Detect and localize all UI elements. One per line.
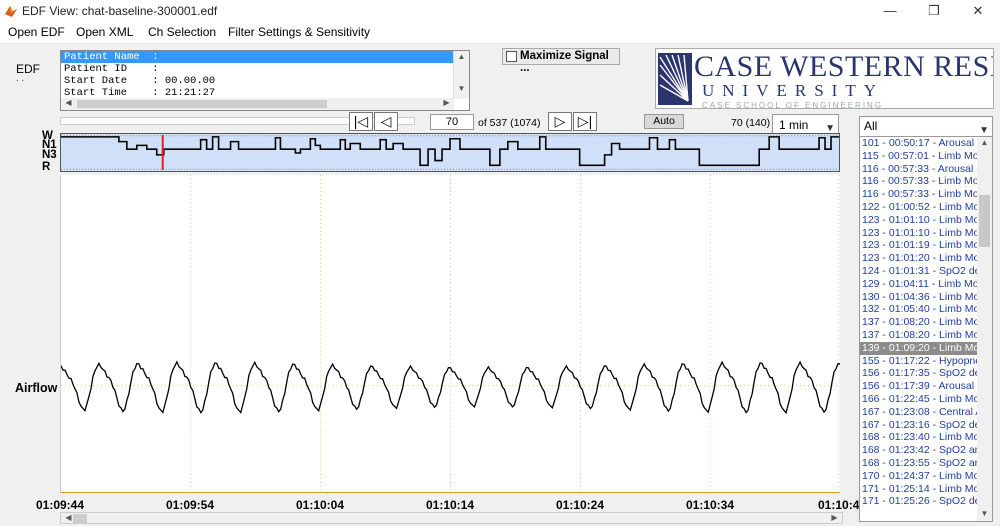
patient-id-row[interactable]: Patient ID : [61,63,454,75]
first-page-button[interactable]: |◁ [349,112,373,131]
event-list-item[interactable]: 139 - 01:09:20 - Limb Mov [860,341,978,355]
time-tick-label: 01:10:34 [685,498,735,512]
patient-horizontal-scrollbar[interactable]: ◀ ▶ [61,98,454,110]
last-page-button[interactable]: ▷| [573,112,597,131]
scroll-up-icon[interactable]: ▲ [977,138,992,147]
event-list-item[interactable]: 123 - 01:01:10 - Limb Mov [860,227,978,240]
starburst-icon [658,53,692,105]
event-list-item[interactable]: 155 - 01:17:22 - Hypopnea [860,355,978,368]
event-list-item[interactable]: 116 - 00:57:33 - Limb Mov [860,188,978,201]
signal-plot[interactable] [60,175,840,493]
event-list-scrollbar[interactable]: ▲ ▼ [977,137,992,521]
logo-tagline: CASE SCHOOL OF ENGINEERING [702,101,884,109]
event-filter-value: All [864,119,878,133]
event-list[interactable]: 101 - 00:50:17 - Arousal (115 - 00:57:01… [859,136,993,522]
hypnogram-trace [61,136,839,167]
restore-button[interactable]: ❐ [912,0,956,22]
auto-button[interactable]: Auto [644,114,684,129]
event-list-item[interactable]: 171 - 01:25:26 - SpO2 des [860,495,978,508]
menu-bar: Open EDF Open XML Ch Selection Filter Se… [0,22,1000,44]
time-tick-label: 01:10:44 [818,498,867,512]
event-list-item[interactable]: 132 - 01:05:40 - Limb Mov [860,303,978,316]
scroll-left-icon[interactable]: ◀ [61,98,76,107]
time-tick-label: 01:10:04 [295,498,345,512]
menu-open-xml[interactable]: Open XML [76,25,133,39]
patient-vertical-scrollbar[interactable]: ▲ ▼ [453,51,469,99]
event-list-item[interactable]: 168 - 01:23:42 - SpO2 arti [860,444,978,457]
stage-label-n3: N3 [42,149,57,161]
scroll-right-icon[interactable]: ▶ [827,513,842,522]
event-list-item[interactable]: 137 - 01:08:20 - Limb Mov [860,329,978,342]
maximize-label: Maximize Signal ... [520,50,609,74]
event-list-item[interactable]: 156 - 01:17:39 - Arousal ( [860,380,978,393]
menu-open-edf[interactable]: Open EDF [8,25,65,39]
event-list-item[interactable]: 137 - 01:08:20 - Limb Mov [860,316,978,329]
event-list-item[interactable]: 168 - 01:23:40 - Limb Mov [860,431,978,444]
event-list-item[interactable]: 168 - 01:23:55 - SpO2 arti [860,457,978,470]
menu-filter-settings[interactable]: Filter Settings & Sensitivity [228,25,370,39]
event-list-item[interactable]: 116 - 00:57:33 - Arousal ( [860,163,978,176]
title-bar: EDF View: chat-baseline-300001.edf — ❐ ✕ [0,0,1000,22]
stage-label-r: R [42,161,51,173]
close-button[interactable]: ✕ [956,0,1000,22]
event-items: 101 - 00:50:17 - Arousal (115 - 00:57:01… [860,137,992,508]
signal-horizontal-scrollbar[interactable]: ◀ ▶ [60,512,843,524]
event-list-item[interactable]: 101 - 00:50:17 - Arousal ( [860,137,978,150]
hypnogram-plot[interactable] [60,133,840,172]
patient-info-lines: Patient Name : Patient ID : Start Date :… [61,51,454,99]
matlab-icon [5,6,17,17]
event-list-item[interactable]: 170 - 01:24:37 - Limb Mov [860,470,978,483]
time-gridlines [61,175,840,492]
window-count-label: 70 (140) [731,117,771,129]
minimize-button[interactable]: — [868,0,912,22]
menu-ch-selection[interactable]: Ch Selection [148,25,216,39]
prev-page-button[interactable]: ◁ [374,112,398,131]
event-list-item[interactable]: 167 - 01:23:08 - Central A [860,406,978,419]
event-list-item[interactable]: 166 - 01:22:45 - Limb Mov [860,393,978,406]
event-list-item[interactable]: 130 - 01:04:36 - Limb Mov [860,291,978,304]
event-list-item[interactable]: 123 - 01:01:19 - Limb Mov [860,239,978,252]
event-list-item[interactable]: 129 - 01:04:11 - Limb Mov [860,278,978,291]
airflow-waveform [61,360,840,415]
window-title: EDF View: chat-baseline-300001.edf [22,4,218,18]
page-count-label: of 537 (1074) [478,117,541,129]
event-list-item[interactable]: 167 - 01:23:16 - SpO2 des [860,419,978,432]
event-filter-select[interactable]: All ▼ [859,116,993,137]
patient-name-row[interactable]: Patient Name : [61,51,454,63]
patient-info-list[interactable]: Patient Name : Patient ID : Start Date :… [60,50,470,111]
signal-channel-label: Airflow [15,381,58,395]
logo-title: CASE WESTERN RESERV [694,50,993,83]
page-number-input[interactable]: 70 [430,114,474,130]
time-tick-label: 01:09:44 [35,498,85,512]
cwru-logo: CASE WESTERN RESERV UNIVERSITY CASE SCHO… [655,48,994,109]
scroll-thumb[interactable] [979,195,990,247]
maximize-checkbox[interactable] [506,51,517,62]
event-list-item[interactable]: 122 - 01:00:52 - Limb Mov [860,201,978,214]
event-list-item[interactable]: 123 - 01:01:10 - Limb Mov [860,214,978,227]
event-list-item[interactable]: 123 - 01:01:20 - Limb Mov [860,252,978,265]
scroll-up-icon[interactable]: ▲ [454,52,469,61]
maximize-signal-toggle[interactable]: Maximize Signal ... [502,48,620,74]
event-list-item[interactable]: 116 - 00:57:33 - Limb Mov [860,175,978,188]
scroll-down-icon[interactable]: ▼ [454,84,469,93]
event-list-item[interactable]: 115 - 00:57:01 - Limb Mov [860,150,978,163]
scroll-down-icon[interactable]: ▼ [977,509,992,518]
event-list-item[interactable]: 171 - 01:25:14 - Limb Mov [860,483,978,496]
start-date-row[interactable]: Start Date : 00.00.00 [61,75,454,87]
logo-subtitle: UNIVERSITY [702,81,884,100]
time-tick-label: 01:09:54 [165,498,215,512]
event-list-item[interactable]: 124 - 01:01:31 - SpO2 des [860,265,978,278]
scroll-thumb[interactable] [73,514,87,523]
scroll-thumb[interactable] [77,100,327,108]
duration-value: 1 min [779,118,809,132]
scroll-right-icon[interactable]: ▶ [439,98,454,107]
event-list-item[interactable]: 156 - 01:17:35 - SpO2 des [860,367,978,380]
edf-dots: . . [16,73,25,84]
time-tick-label: 01:10:24 [555,498,605,512]
time-tick-label: 01:10:14 [425,498,475,512]
next-page-button[interactable]: ▷ [548,112,572,131]
